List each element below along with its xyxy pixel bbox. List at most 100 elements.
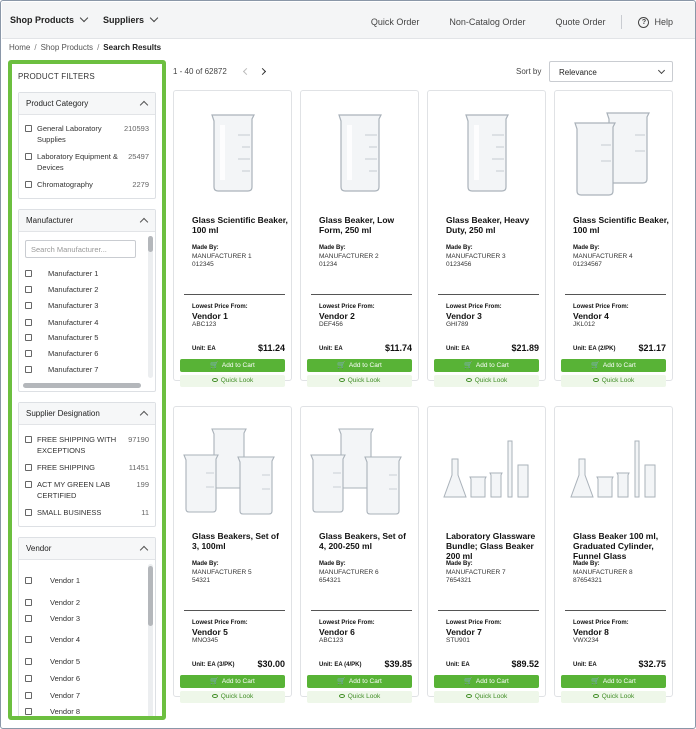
checkbox[interactable] [25, 436, 32, 443]
vendor-option[interactable]: Vendor 6 [25, 673, 149, 684]
quick-look-button[interactable]: Quick Look [180, 691, 285, 703]
chevron-left-icon[interactable] [242, 67, 251, 76]
manufacturer-option[interactable]: Manufacturer 3 [25, 300, 149, 311]
suppliers-menu[interactable]: Suppliers [103, 13, 159, 25]
checkbox[interactable] [25, 270, 32, 277]
checkbox[interactable] [25, 658, 32, 665]
manufacturer-option[interactable]: Manufacturer 4 [25, 317, 149, 328]
manufacturer-horizontal-scrollbar[interactable] [23, 383, 141, 388]
vendor-option[interactable]: Vendor 3 [25, 613, 149, 624]
checkbox[interactable] [25, 153, 32, 160]
breadcrumb-shop-products[interactable]: Shop Products [41, 43, 93, 52]
scroll-thumb[interactable] [148, 236, 153, 252]
category-option[interactable]: Laboratory Equipment & Devices 25497 [25, 151, 149, 173]
vendor-option[interactable]: Vendor 8 [25, 706, 149, 716]
product-image[interactable] [557, 411, 670, 517]
product-card[interactable]: Glass Scientific Beaker, 100 ml Made By: M… [554, 90, 673, 387]
checkbox[interactable] [25, 464, 32, 471]
vendor-option[interactable]: Vendor 7 [25, 690, 149, 701]
checkbox[interactable] [25, 636, 32, 643]
help-link[interactable]: ? Help [638, 16, 673, 28]
vendor-option[interactable]: Vendor 2 [25, 597, 149, 608]
checkbox[interactable] [25, 286, 32, 293]
product-card[interactable]: Glass Beakers, Set of 3, 100ml Made By: MA… [173, 406, 292, 703]
supplier-option[interactable]: SMALL BUSINESS 11 [25, 507, 149, 518]
category-facet-header[interactable]: Product Category [19, 93, 155, 115]
quick-look-button[interactable]: Quick Look [307, 375, 412, 387]
vendor-option[interactable]: Vendor 1 [25, 575, 149, 586]
checkbox[interactable] [25, 302, 32, 309]
product-card[interactable]: Glass Beaker, Low Form, 250 ml Made By: MA… [300, 90, 419, 387]
product-name[interactable]: Glass Scientific Beaker, 100 ml [573, 215, 669, 235]
chevron-up-icon[interactable] [139, 217, 149, 227]
product-image[interactable] [430, 95, 543, 201]
manufacturer-option[interactable]: Manufacturer 6 [25, 348, 149, 359]
product-name[interactable]: Laboratory Glassware Bundle; Glass Beake… [446, 531, 542, 561]
checkbox[interactable] [25, 599, 32, 606]
checkbox[interactable] [25, 675, 32, 682]
quick-look-button[interactable]: Quick Look [434, 691, 539, 703]
manufacturer-facet-header[interactable]: Manufacturer [19, 210, 155, 232]
quick-look-button[interactable]: Quick Look [561, 691, 666, 703]
quote-order-link[interactable]: Quote Order [555, 17, 605, 27]
product-name[interactable]: Glass Beakers, Set of 4, 200-250 ml [319, 531, 415, 551]
non-catalog-order-link[interactable]: Non-Catalog Order [449, 17, 525, 27]
product-card[interactable]: Glass Scientific Beaker, 100 ml Made By: M… [173, 90, 292, 387]
checkbox[interactable] [25, 708, 32, 715]
checkbox[interactable] [25, 319, 32, 326]
product-image[interactable] [303, 95, 416, 201]
quick-order-link[interactable]: Quick Order [371, 17, 420, 27]
category-option[interactable]: Chromatography 2279 [25, 179, 149, 190]
checkbox[interactable] [25, 509, 32, 516]
chevron-right-icon[interactable] [258, 67, 267, 76]
chevron-up-icon[interactable] [139, 410, 149, 420]
product-card[interactable]: Glass Beaker, Heavy Duty, 250 ml Made By:… [427, 90, 546, 387]
product-name[interactable]: Glass Beaker, Heavy Duty, 250 ml [446, 215, 542, 235]
add-to-cart-button[interactable]: 🛒 Add to Cart [180, 359, 285, 372]
add-to-cart-button[interactable]: 🛒 Add to Cart [307, 359, 412, 372]
supplier-facet-header[interactable]: Supplier Designation [19, 403, 155, 425]
category-option[interactable]: General Laboratory Supplies 210593 [25, 123, 149, 145]
product-name[interactable]: Glass Beaker 100 ml, Graduated Cylinder,… [573, 531, 669, 561]
checkbox[interactable] [25, 350, 32, 357]
quick-look-button[interactable]: Quick Look [434, 375, 539, 387]
sort-select[interactable]: Relevance [549, 61, 673, 82]
checkbox[interactable] [25, 481, 32, 488]
quick-look-button[interactable]: Quick Look [561, 375, 666, 387]
add-to-cart-button[interactable]: 🛒 Add to Cart [180, 675, 285, 688]
checkbox[interactable] [25, 125, 32, 132]
chevron-up-icon[interactable] [139, 100, 149, 110]
checkbox[interactable] [25, 334, 32, 341]
vendor-scrollbar[interactable] [148, 564, 153, 716]
add-to-cart-button[interactable]: 🛒 Add to Cart [434, 359, 539, 372]
product-name[interactable]: Glass Beakers, Set of 3, 100ml [192, 531, 288, 551]
add-to-cart-button[interactable]: 🛒 Add to Cart [307, 675, 412, 688]
product-card[interactable]: Laboratory Glassware Bundle; Glass Beake… [427, 406, 546, 703]
chevron-up-icon[interactable] [139, 545, 149, 555]
add-to-cart-button[interactable]: 🛒 Add to Cart [434, 675, 539, 688]
checkbox[interactable] [25, 181, 32, 188]
product-image[interactable] [303, 411, 416, 517]
checkbox[interactable] [25, 577, 32, 584]
manufacturer-option[interactable]: Manufacturer 7 [25, 364, 149, 375]
vendor-facet-header[interactable]: Vendor [19, 538, 155, 560]
shop-products-menu[interactable]: Shop Products [10, 13, 89, 25]
manufacturer-option[interactable]: Manufacturer 2 [25, 284, 149, 295]
scroll-thumb[interactable] [148, 566, 153, 626]
product-image[interactable] [430, 411, 543, 517]
checkbox[interactable] [25, 366, 32, 373]
supplier-option[interactable]: FREE SHIPPING WITH EXCEPTIONS 97190 [25, 434, 149, 456]
checkbox[interactable] [25, 615, 32, 622]
manufacturer-search-input[interactable]: Search Manufacturer... [25, 240, 136, 258]
product-name[interactable]: Glass Scientific Beaker, 100 ml [192, 215, 288, 235]
manufacturer-option[interactable]: Manufacturer 1 [25, 268, 149, 279]
manufacturer-scrollbar[interactable] [148, 236, 153, 378]
manufacturer-option[interactable]: Manufacturer 5 [25, 332, 149, 343]
product-card[interactable]: Glass Beakers, Set of 4, 200-250 ml Made … [300, 406, 419, 703]
supplier-option[interactable]: ACT MY GREEN LAB CERTIFIED 199 [25, 479, 149, 501]
checkbox[interactable] [25, 692, 32, 699]
breadcrumb-home[interactable]: Home [9, 43, 30, 52]
add-to-cart-button[interactable]: 🛒 Add to Cart [561, 359, 666, 372]
add-to-cart-button[interactable]: 🛒 Add to Cart [561, 675, 666, 688]
quick-look-button[interactable]: Quick Look [307, 691, 412, 703]
